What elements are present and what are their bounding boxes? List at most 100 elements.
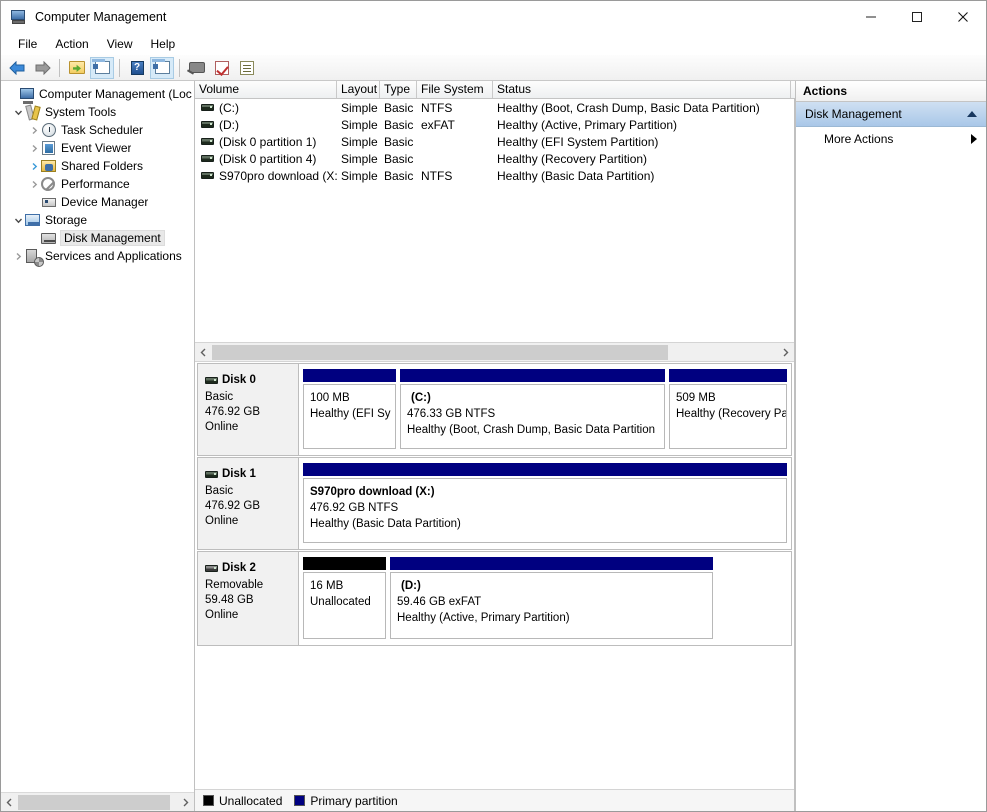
partition-size: 59.46 GB exFAT [397,596,482,608]
action-more-actions[interactable]: More Actions [796,127,986,150]
cell-volume-label: (C:) [219,100,239,115]
column-header-type[interactable]: Type [380,81,417,98]
scroll-right-icon[interactable] [777,344,794,361]
cell-layout: Simple [341,134,378,149]
scroll-left-icon[interactable] [1,794,18,811]
chevron-down-icon[interactable] [11,108,25,117]
column-header-volume[interactable]: Volume [195,81,337,98]
table-row[interactable]: (D:) Simple Basic exFAT Healthy (Active,… [195,116,794,133]
disk-icon [205,377,218,384]
disk-info-disk-0[interactable]: Disk 0 Basic 476.92 GB Online [198,364,299,455]
tree-item-system-tools[interactable]: System Tools [1,103,194,121]
tree-item-computer-management[interactable]: Computer Management (Local [1,85,194,104]
cell-type: Basic [384,100,414,115]
show-hide-action-pane-icon[interactable] [150,56,174,79]
minimize-button[interactable] [848,1,894,33]
computer-management-window: Computer Management File Action View Hel… [0,0,987,812]
properties-list-icon[interactable] [235,57,259,79]
tree-item-task-scheduler[interactable]: Task Scheduler [1,121,194,139]
cell-status: Healthy (Recovery Partition) [497,151,648,166]
tree-item-disk-management[interactable]: Disk Management [1,229,194,247]
menu-file[interactable]: File [9,34,46,54]
table-row[interactable]: (Disk 0 partition 1) Simple Basic Health… [195,133,794,150]
chevron-right-icon[interactable] [11,252,25,261]
toolbar-separator [59,58,60,77]
show-hide-console-tree-icon[interactable] [90,56,114,79]
partition-recovery[interactable]: 509 MB Healthy (Recovery Pa [669,369,787,449]
partition-status: Healthy (EFI Sy [310,408,391,420]
refresh-display-icon[interactable] [185,57,209,79]
tree-item-services-and-applications[interactable]: Services and Applications [1,247,194,267]
up-folder-icon[interactable] [65,57,89,79]
column-header-file-system[interactable]: File System [417,81,493,98]
column-header-layout[interactable]: Layout [337,81,380,98]
partition-body: 16 MB Unallocated [303,572,386,639]
volume-list-horizontal-scrollbar[interactable] [195,342,794,361]
menu-view[interactable]: View [98,34,142,54]
disk-type: Basic [205,391,234,403]
tree-horizontal-scrollbar[interactable] [1,792,194,811]
partition-capacity-bar [669,369,787,382]
disk-state: Online [205,515,239,527]
chevron-right-icon[interactable] [27,126,41,135]
disk-name-label: Disk 1 [222,468,256,480]
shared-folders-icon [41,158,57,174]
scroll-thumb[interactable] [212,344,668,360]
cell-layout: Simple [341,100,378,115]
disk-info-disk-1[interactable]: Disk 1 Basic 476.92 GB Online [198,458,299,549]
table-row[interactable]: (C:) Simple Basic NTFS Healthy (Boot, Cr… [195,99,794,116]
clock-icon [41,122,57,138]
menu-action[interactable]: Action [46,34,97,54]
forward-arrow-icon[interactable] [30,57,54,79]
table-row[interactable]: (Disk 0 partition 4) Simple Basic Health… [195,150,794,167]
tree-item-device-manager[interactable]: Device Manager [1,193,194,211]
disk-state: Online [205,609,239,621]
cell-capacity: 59.4 [791,117,794,133]
chevron-right-icon[interactable] [27,180,41,189]
partition-c[interactable]: (C:) 476.33 GB NTFS Healthy (Boot, Crash… [400,369,665,449]
tree-item-storage[interactable]: Storage [1,211,194,229]
chevron-right-icon[interactable] [27,162,41,171]
scroll-track[interactable] [18,793,177,811]
disk-row-disk-1[interactable]: Disk 1 Basic 476.92 GB Online S970pro do… [197,457,792,550]
disk-type: Basic [205,485,234,497]
partition-unallocated[interactable]: 16 MB Unallocated [303,557,386,639]
disk-size: 476.92 GB [205,500,260,512]
back-arrow-icon[interactable] [5,57,29,79]
partition-efi[interactable]: 100 MB Healthy (EFI Sy [303,369,396,449]
cell-volume: S970pro download (X:) [195,168,337,184]
cell-status: Healthy (EFI System Partition) [497,134,659,149]
chevron-right-icon[interactable] [971,133,977,144]
tree-item-label: Services and Applications [45,249,182,263]
actions-group-disk-management[interactable]: Disk Management [796,102,986,127]
disk-row-disk-2[interactable]: Disk 2 Removable 59.48 GB Online 16 MB U… [197,551,792,646]
tree-item-performance[interactable]: Performance [1,175,194,193]
disk-row-disk-0[interactable]: Disk 0 Basic 476.92 GB Online 100 MB Hea… [197,363,792,456]
scroll-left-icon[interactable] [195,344,212,361]
scroll-thumb[interactable] [18,794,170,810]
scroll-track[interactable] [212,343,777,361]
tree-item-event-viewer[interactable]: Event Viewer [1,139,194,157]
table-row[interactable]: S970pro download (X:) Simple Basic NTFS … [195,167,794,184]
chevron-up-icon[interactable] [967,111,977,117]
cell-capacity: 476 [791,100,794,116]
window-controls [848,1,986,33]
scroll-right-icon[interactable] [177,794,194,811]
rescan-disks-icon[interactable] [210,57,234,79]
partition-size: 16 MB [310,580,344,592]
cell-status: Healthy (Boot, Crash Dump, Basic Data Pa… [497,100,760,115]
chevron-down-icon[interactable] [11,216,25,225]
close-button[interactable] [940,1,986,33]
cell-type: Basic [384,134,414,149]
volume-disk-icon [201,138,214,145]
tree-item-shared-folders[interactable]: Shared Folders [1,157,194,175]
partition-body: 100 MB Healthy (EFI Sy [303,384,396,449]
partition-x[interactable]: S970pro download (X:) 476.92 GB NTFS Hea… [303,463,787,543]
partition-d[interactable]: (D:) 59.46 GB exFAT Healthy (Active, Pri… [390,557,713,639]
menu-help[interactable]: Help [142,34,185,54]
chevron-right-icon[interactable] [27,144,41,153]
help-icon[interactable]: ? [125,57,149,79]
maximize-button[interactable] [894,1,940,33]
disk-info-disk-2[interactable]: Disk 2 Removable 59.48 GB Online [198,552,299,645]
column-header-status[interactable]: Status [493,81,791,98]
